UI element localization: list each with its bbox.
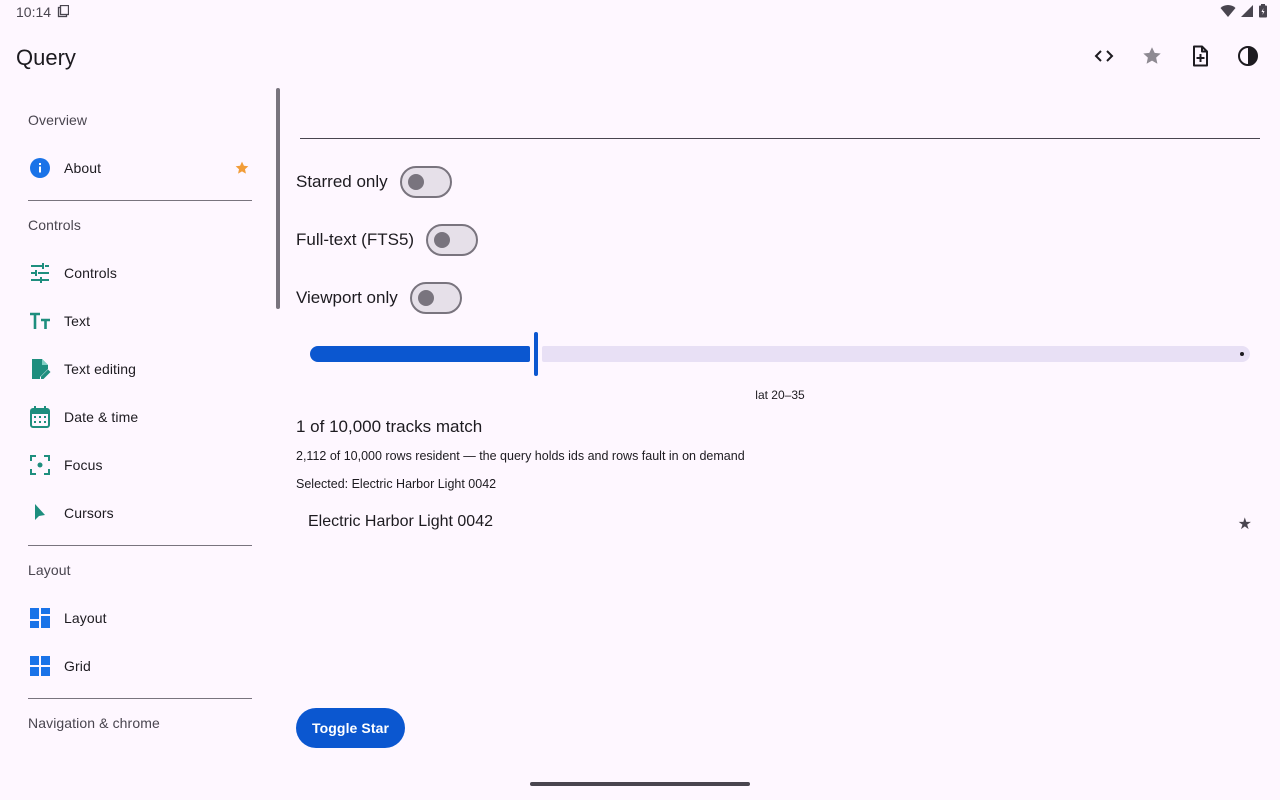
switch-thumb xyxy=(407,174,424,190)
resident-note: 2,112 of 10,000 rows resident — the quer… xyxy=(296,449,745,463)
star-icon xyxy=(234,160,250,181)
section-header-overview: Overview xyxy=(28,112,88,128)
switch-label: Full-text (FTS5) xyxy=(296,230,415,249)
home-indicator[interactable] xyxy=(530,782,750,786)
full-text-switch[interactable] xyxy=(426,224,479,256)
starred-only-switch[interactable] xyxy=(399,166,452,198)
slider-stop-indicator xyxy=(1240,352,1244,356)
sidebar-item-label: Text xyxy=(64,313,91,329)
contrast-icon xyxy=(1238,46,1258,66)
wifi-icon xyxy=(1220,5,1236,18)
section-header-controls: Controls xyxy=(28,217,81,233)
slider-inactive-track xyxy=(542,346,1250,362)
info-icon xyxy=(30,158,50,178)
pointer-icon xyxy=(35,504,45,520)
status-time: 10:14 xyxy=(16,4,52,20)
divider xyxy=(28,698,252,699)
section-header-navigation: Navigation & chrome xyxy=(28,715,160,731)
search-input[interactable] xyxy=(300,98,1260,138)
result-title: Electric Harbor Light 0042 xyxy=(308,513,493,530)
navigation-drawer: Overview About Controls Controls Text Te… xyxy=(0,88,276,770)
sidebar-item-label: Controls xyxy=(64,265,117,281)
theme-toggle-button[interactable] xyxy=(1224,32,1272,80)
search-underline xyxy=(300,138,1260,139)
note-add-icon xyxy=(1193,45,1208,67)
selected-note: Selected: Electric Harbor Light 0042 xyxy=(296,477,497,491)
slider-caption: lat 20–35 xyxy=(755,388,805,402)
switch-thumb xyxy=(417,290,434,306)
code-icon xyxy=(1094,50,1114,62)
sidebar-item-label: Cursors xyxy=(64,505,114,521)
app-title: Query xyxy=(16,45,76,70)
sidebar-item-about[interactable]: About xyxy=(16,144,264,192)
sidebar-item-label: Grid xyxy=(64,658,91,674)
switch-thumb xyxy=(434,232,451,248)
sidebar-item-text-editing[interactable]: Text editing xyxy=(16,345,264,393)
favorite-button[interactable] xyxy=(1128,32,1176,80)
main-content: Starred only Full-text (FTS5) Viewport o… xyxy=(296,88,1260,770)
edit-document-icon xyxy=(32,359,51,379)
list-item[interactable]: Electric Harbor Light 0042 ★ xyxy=(296,501,1260,541)
star-icon xyxy=(1143,47,1161,64)
sidebar-item-label: Text editing xyxy=(64,361,137,377)
section-header-layout: Layout xyxy=(28,562,71,578)
sidebar-item-layout[interactable]: Layout xyxy=(16,594,264,642)
signal-icon xyxy=(1241,5,1253,17)
switch-label: Starred only xyxy=(296,172,388,191)
full-text-row: Full-text (FTS5) xyxy=(296,224,479,256)
sidebar-item-grid[interactable]: Grid xyxy=(16,642,264,690)
starred-only-row: Starred only xyxy=(296,166,452,198)
sidebar-item-label: Layout xyxy=(64,610,107,626)
match-count: 1 of 10,000 tracks match xyxy=(296,417,483,436)
viewport-only-row: Viewport only xyxy=(296,282,462,314)
tune-icon xyxy=(31,263,49,283)
viewport-only-switch[interactable] xyxy=(409,282,462,314)
star-icon: ★ xyxy=(1237,516,1252,533)
add-document-button[interactable] xyxy=(1176,32,1224,80)
slider-active-track xyxy=(310,346,530,362)
sidebar-item-cursors[interactable]: Cursors xyxy=(16,489,264,537)
status-bar: 10:14 xyxy=(0,0,1280,24)
divider xyxy=(28,200,252,201)
status-icons xyxy=(1220,4,1268,18)
sidebar-item-focus[interactable]: Focus xyxy=(16,441,264,489)
toggle-star-button[interactable]: Toggle Star xyxy=(296,708,406,748)
sidebar-item-label: About xyxy=(64,160,102,176)
sidebar-item-date-time[interactable]: Date & time xyxy=(16,393,264,441)
center-focus-icon xyxy=(30,455,50,475)
latitude-slider[interactable] xyxy=(310,332,1250,376)
sidebar-scrollbar[interactable] xyxy=(276,88,280,309)
divider xyxy=(28,545,252,546)
sidebar-item-controls[interactable]: Controls xyxy=(16,249,264,297)
shapes-icon xyxy=(30,761,50,770)
code-view-button[interactable] xyxy=(1080,32,1128,80)
app-bar: Query xyxy=(0,24,1280,88)
sidebar-item-text[interactable]: Text xyxy=(16,297,264,345)
grid-icon xyxy=(30,656,50,676)
calendar-icon xyxy=(30,406,50,428)
sidebar-item-label: Date & time xyxy=(64,409,139,425)
app-actions xyxy=(1080,32,1272,80)
sidebar-item-partial[interactable] xyxy=(16,747,264,770)
dashboard-icon xyxy=(30,608,50,628)
text-fields-icon xyxy=(30,312,50,329)
sidebar-item-label: Focus xyxy=(64,457,103,473)
slider-handle[interactable] xyxy=(534,332,538,376)
battery-icon xyxy=(1259,4,1267,18)
switch-label: Viewport only xyxy=(296,288,398,307)
notification-icon xyxy=(57,5,69,18)
